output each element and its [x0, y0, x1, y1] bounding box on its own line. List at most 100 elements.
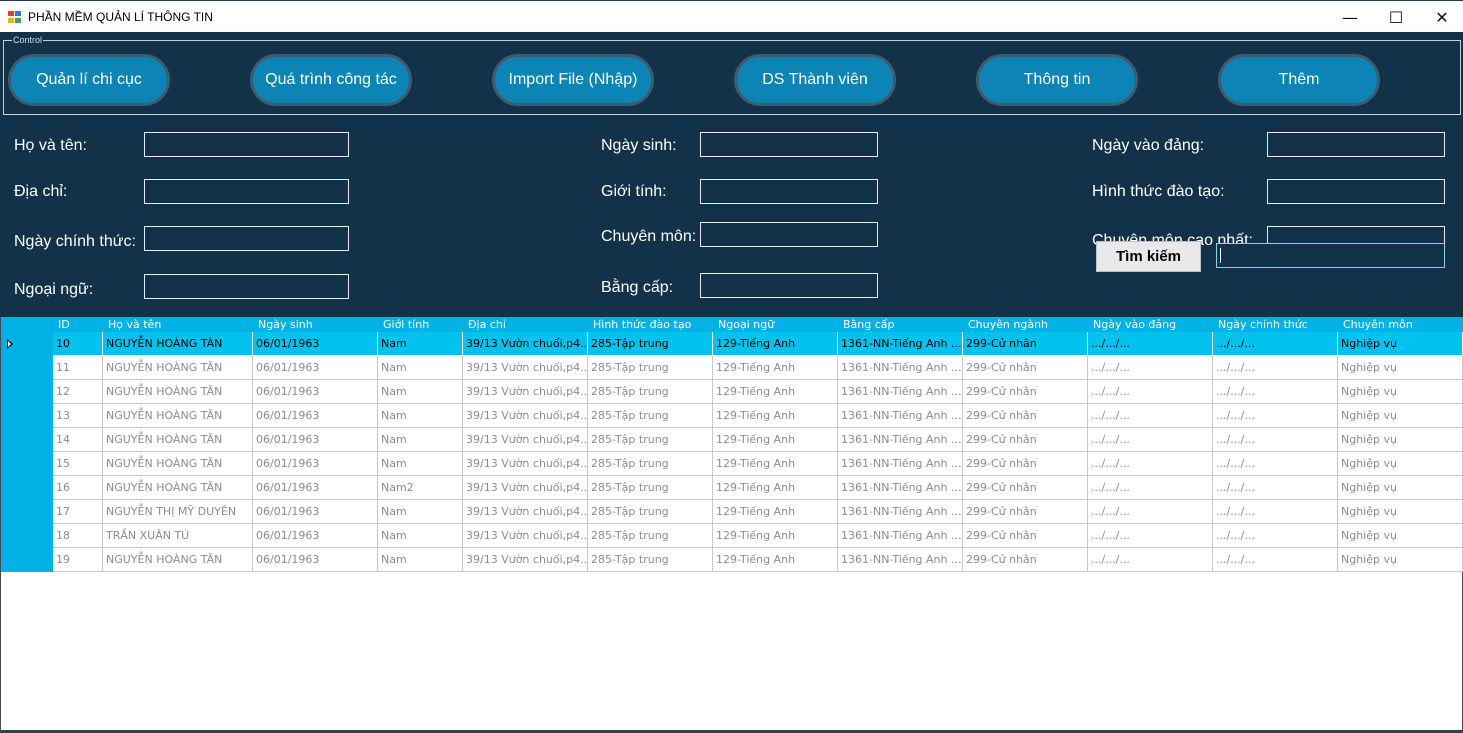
- table-cell[interactable]: 1361-NN-Tiếng Anh ...: [838, 380, 963, 404]
- table-cell[interactable]: 39/13 Vườn chuối,p4...: [463, 356, 588, 380]
- column-header[interactable]: ID: [53, 317, 103, 332]
- table-cell[interactable]: .../.../...: [1088, 380, 1213, 404]
- table-cell[interactable]: 299-Cử nhân: [963, 476, 1088, 500]
- table-cell[interactable]: 16: [53, 476, 103, 500]
- table-cell[interactable]: .../.../...: [1213, 524, 1338, 548]
- table-cell[interactable]: 39/13 Vườn chuối,p4...: [463, 404, 588, 428]
- table-cell[interactable]: .../.../...: [1088, 356, 1213, 380]
- hinh-thuc-dao-tao-field[interactable]: [1267, 179, 1445, 204]
- maximize-button[interactable]: ☐: [1373, 1, 1419, 33]
- table-cell[interactable]: 06/01/1963: [253, 476, 378, 500]
- table-cell[interactable]: Nghiệp vụ: [1338, 356, 1463, 380]
- table-cell[interactable]: 12: [53, 380, 103, 404]
- column-header[interactable]: Ngày sinh: [253, 317, 378, 332]
- data-grid[interactable]: ID Họ và tên Ngày sinh Giới tính Địa chỉ Hình…: [0, 317, 1463, 733]
- table-cell[interactable]: .../.../...: [1088, 548, 1213, 572]
- table-cell[interactable]: 06/01/1963: [253, 332, 378, 356]
- table-cell[interactable]: 06/01/1963: [253, 428, 378, 452]
- table-cell[interactable]: .../.../...: [1213, 452, 1338, 476]
- table-cell[interactable]: 1361-NN-Tiếng Anh ...: [838, 476, 963, 500]
- table-row[interactable]: 18 TRẦN XUÂN TÚ 06/01/1963 Nam 39/13 Vườn ch…: [53, 524, 1463, 548]
- dia-chi-field[interactable]: [144, 179, 349, 204]
- table-cell[interactable]: 39/13 Vườn chuối,p4...: [463, 332, 588, 356]
- column-header[interactable]: Ngày chính thức: [1213, 317, 1338, 332]
- table-cell[interactable]: 299-Cử nhân: [963, 452, 1088, 476]
- table-cell[interactable]: 285-Tập trung: [588, 332, 713, 356]
- table-cell[interactable]: 129-Tiếng Anh: [713, 428, 838, 452]
- chuyen-mon-field[interactable]: [700, 222, 878, 247]
- table-cell[interactable]: 299-Cử nhân: [963, 380, 1088, 404]
- table-cell[interactable]: 299-Cử nhân: [963, 356, 1088, 380]
- table-cell[interactable]: .../.../...: [1088, 524, 1213, 548]
- table-cell[interactable]: Nam: [378, 524, 463, 548]
- table-cell[interactable]: .../.../...: [1088, 428, 1213, 452]
- table-cell[interactable]: NGUYỄN HOÀNG TÂN: [103, 476, 253, 500]
- table-cell[interactable]: 39/13 Vườn chuối,p4...: [463, 380, 588, 404]
- table-cell[interactable]: Nghiệp vụ: [1338, 452, 1463, 476]
- ngoai-ngu-field[interactable]: [144, 274, 349, 299]
- table-cell[interactable]: 1361-NN-Tiếng Anh ...: [838, 356, 963, 380]
- column-header[interactable]: Họ và tên: [103, 317, 253, 332]
- table-cell[interactable]: Nam: [378, 356, 463, 380]
- table-cell[interactable]: 299-Cử nhân: [963, 500, 1088, 524]
- qua-trinh-cong-tac-button[interactable]: Quá trình công tác: [250, 54, 412, 106]
- ho-va-ten-field[interactable]: [144, 132, 349, 157]
- thong-tin-button[interactable]: Thông tin: [976, 54, 1138, 106]
- table-cell[interactable]: 129-Tiếng Anh: [713, 500, 838, 524]
- table-cell[interactable]: NGUYỄN HOÀNG TÂN: [103, 452, 253, 476]
- table-cell[interactable]: NGUYỄN HOÀNG TÂN: [103, 332, 253, 356]
- table-cell[interactable]: 129-Tiếng Anh: [713, 404, 838, 428]
- table-cell[interactable]: 39/13 Vườn chuối,p4...: [463, 524, 588, 548]
- column-header[interactable]: Giới tính: [378, 317, 463, 332]
- table-cell[interactable]: 18: [53, 524, 103, 548]
- column-header[interactable]: Chuyên ngành: [963, 317, 1088, 332]
- table-row[interactable]: 17 NGUYỄN THỊ MỸ DUYÊN 06/01/1963 Nam 39/13 …: [53, 500, 1463, 524]
- table-cell[interactable]: NGUYỄN HOÀNG TÂN: [103, 428, 253, 452]
- table-cell[interactable]: NGUYỄN THỊ MỸ DUYÊN: [103, 500, 253, 524]
- column-header[interactable]: Địa chỉ: [463, 317, 588, 332]
- table-cell[interactable]: NGUYỄN HOÀNG TÂN: [103, 404, 253, 428]
- table-cell[interactable]: Nghiệp vụ: [1338, 428, 1463, 452]
- table-cell[interactable]: 1361-NN-Tiếng Anh ...: [838, 332, 963, 356]
- table-cell[interactable]: 299-Cử nhân: [963, 524, 1088, 548]
- table-cell[interactable]: 39/13 Vườn chuối,p4...: [463, 500, 588, 524]
- table-cell[interactable]: 285-Tập trung: [588, 452, 713, 476]
- table-cell[interactable]: .../.../...: [1088, 404, 1213, 428]
- table-row[interactable]: 14 NGUYỄN HOÀNG TÂN 06/01/1963 Nam 39/13 Vườ…: [53, 428, 1463, 452]
- column-header[interactable]: Chuyên môn: [1338, 317, 1463, 332]
- table-cell[interactable]: 299-Cử nhân: [963, 428, 1088, 452]
- import-file-button[interactable]: Import File (Nhập): [492, 54, 654, 106]
- table-cell[interactable]: 299-Cử nhân: [963, 404, 1088, 428]
- table-row[interactable]: 19 NGUYỄN HOÀNG TÂN 06/01/1963 Nam 39/13 Vườ…: [53, 548, 1463, 572]
- ngay-sinh-field[interactable]: [700, 132, 878, 157]
- table-cell[interactable]: .../.../...: [1213, 356, 1338, 380]
- table-row[interactable]: 11 NGUYỄN HOÀNG TÂN 06/01/1963 Nam 39/13 Vườ…: [53, 356, 1463, 380]
- column-header[interactable]: Hình thức đào tạo: [588, 317, 713, 332]
- table-cell[interactable]: Nam: [378, 500, 463, 524]
- table-row[interactable]: 13 NGUYỄN HOÀNG TÂN 06/01/1963 Nam 39/13 Vườ…: [53, 404, 1463, 428]
- table-row[interactable]: 10 NGUYỄN HOÀNG TÂN 06/01/1963 Nam 39/13 Vườ…: [53, 332, 1463, 356]
- table-cell[interactable]: 129-Tiếng Anh: [713, 476, 838, 500]
- table-cell[interactable]: 39/13 Vườn chuối,p4...: [463, 476, 588, 500]
- table-cell[interactable]: Nam: [378, 548, 463, 572]
- table-cell[interactable]: TRẦN XUÂN TÚ: [103, 524, 253, 548]
- table-cell[interactable]: 14: [53, 428, 103, 452]
- table-cell[interactable]: 1361-NN-Tiếng Anh ...: [838, 404, 963, 428]
- table-cell[interactable]: 39/13 Vườn chuối,p4...: [463, 428, 588, 452]
- table-cell[interactable]: Nam: [378, 428, 463, 452]
- column-header[interactable]: Ngoại ngữ: [713, 317, 838, 332]
- table-cell[interactable]: 1361-NN-Tiếng Anh ...: [838, 452, 963, 476]
- table-cell[interactable]: 129-Tiếng Anh: [713, 524, 838, 548]
- them-button[interactable]: Thêm: [1218, 54, 1380, 106]
- table-cell[interactable]: Nam: [378, 332, 463, 356]
- table-cell[interactable]: 285-Tập trung: [588, 404, 713, 428]
- table-cell[interactable]: 10: [53, 332, 103, 356]
- tim-kiem-button[interactable]: Tìm kiếm: [1096, 241, 1201, 272]
- table-cell[interactable]: 1361-NN-Tiếng Anh ...: [838, 548, 963, 572]
- table-cell[interactable]: .../.../...: [1213, 500, 1338, 524]
- table-cell[interactable]: 129-Tiếng Anh: [713, 452, 838, 476]
- table-cell[interactable]: Nam: [378, 380, 463, 404]
- table-cell[interactable]: 13: [53, 404, 103, 428]
- minimize-button[interactable]: —: [1327, 1, 1373, 33]
- table-cell[interactable]: 11: [53, 356, 103, 380]
